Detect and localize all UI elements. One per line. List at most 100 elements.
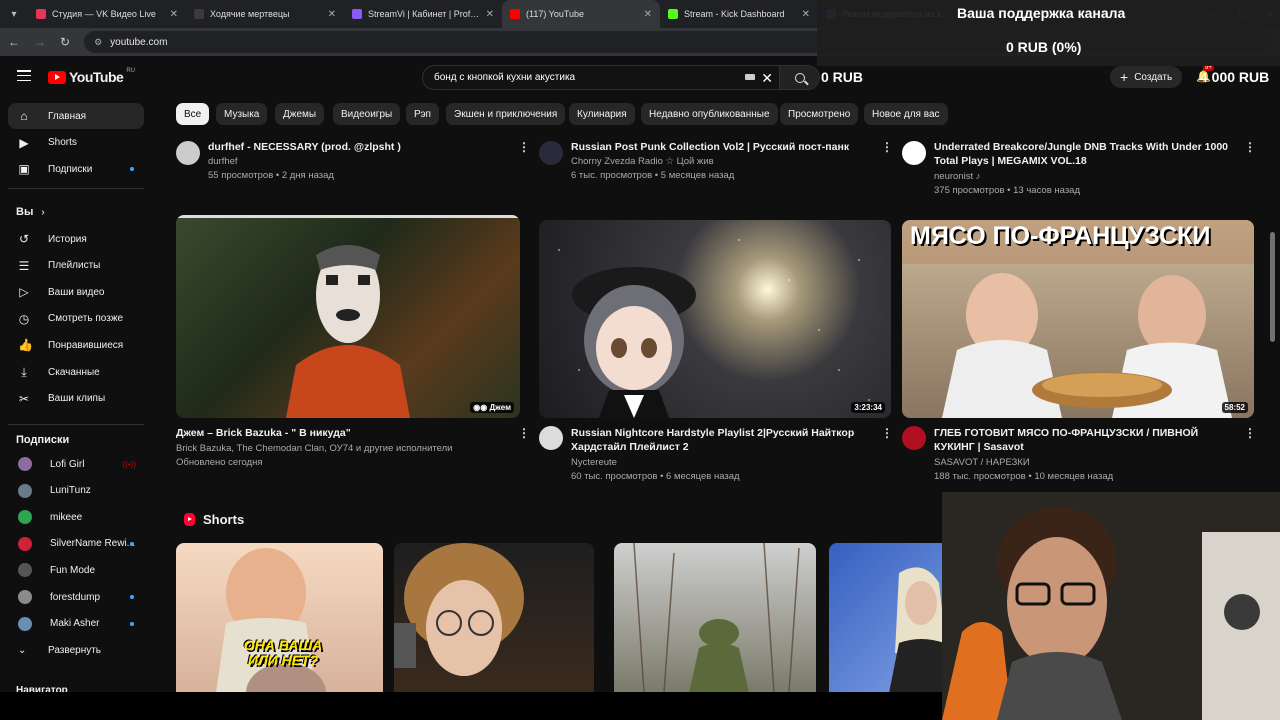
filter-chip[interactable]: Видеоигры — [333, 103, 401, 125]
channel-name[interactable]: durfhef — [208, 154, 238, 169]
channel-avatar[interactable] — [176, 141, 200, 165]
filter-chip[interactable]: Новое для вас — [864, 103, 948, 125]
filter-chip[interactable]: Рэп — [406, 103, 439, 125]
search-button[interactable] — [780, 65, 820, 90]
tab-close-icon[interactable]: ✕ — [486, 9, 494, 20]
tab-close-icon[interactable]: ✕ — [644, 9, 652, 20]
filter-chip[interactable]: Недавно опубликованные — [641, 103, 778, 125]
video-thumbnail[interactable]: 3:23:34 — [539, 220, 891, 418]
tab-close-icon[interactable]: ✕ — [328, 9, 336, 20]
sidebar-item[interactable]: ⤓ Скачанные — [8, 359, 144, 385]
browser-tab[interactable]: Stream - Kick Dashboard ✕ — [660, 0, 818, 28]
back-icon[interactable]: ← — [8, 35, 20, 49]
channel-avatar[interactable] — [539, 426, 563, 450]
sidebar: ⌂ Главная ▶ Shorts ▣ Подписки Вы › ↺ История ☰ П… — [0, 98, 160, 720]
channel-avatar[interactable] — [539, 141, 563, 165]
sidebar-item[interactable]: 👍 Понравившиеся — [8, 332, 144, 358]
thumbnail-image — [558, 239, 870, 418]
more-actions-icon[interactable]: ⋮ — [1244, 426, 1256, 440]
subscription-item[interactable]: mikeee — [8, 504, 144, 530]
keyboard-icon[interactable] — [745, 74, 755, 80]
short-thumbnail[interactable] — [394, 543, 594, 693]
video-title[interactable]: ГЛЕБ ГОТОВИТ МЯСО ПО-ФРАНЦУЗСКИ / ПИВНОЙ… — [934, 426, 1240, 454]
menu-icon[interactable] — [17, 70, 31, 81]
sidebar-item[interactable]: ▶ Shorts — [8, 130, 144, 156]
donation-widget: Ваша поддержка канала 0 RUB (0%) — [817, 0, 1280, 66]
you-heading[interactable]: Вы › — [16, 206, 45, 218]
short-image — [394, 543, 524, 676]
subscription-item[interactable]: Maki Asher — [8, 611, 144, 637]
live-icon: ((•)) — [122, 459, 136, 469]
channel-avatar[interactable] — [902, 426, 926, 450]
video-stats: Обновлено сегодня — [176, 457, 263, 468]
channel-name[interactable]: Nyctereute — [571, 455, 617, 470]
video-stats: 188 тыс. просмотров • 10 месяцев назад — [934, 471, 1114, 482]
filter-chip[interactable]: Джемы — [275, 103, 325, 125]
sidebar-item-label: Подписки — [48, 163, 93, 175]
new-content-dot — [130, 541, 134, 546]
more-actions-icon[interactable]: ⋮ — [1244, 140, 1256, 154]
filter-chip[interactable]: Просмотрено — [780, 103, 859, 125]
filter-chip[interactable]: Музыка — [216, 103, 268, 125]
channel-name[interactable]: SASAVOT / НАРЕЗКИ — [934, 455, 1030, 470]
clear-search-icon[interactable]: ✕ — [761, 70, 773, 87]
browser-tab[interactable]: Студия — VK Видео Live ✕ — [28, 0, 186, 28]
youtube-logo[interactable]: YouTube RU — [48, 68, 135, 85]
tab-close-icon[interactable]: ✕ — [802, 9, 810, 20]
tab-close-icon[interactable]: ✕ — [170, 9, 178, 20]
browser-tab[interactable]: Ходячие мертвецы ✕ — [186, 0, 344, 28]
reload-icon[interactable]: ↻ — [60, 35, 70, 49]
channel-avatar[interactable] — [902, 141, 926, 165]
video-title[interactable]: Underrated Breakcore/Jungle DNB Tracks W… — [934, 140, 1234, 168]
subscription-item[interactable]: LuniTunz — [8, 478, 144, 504]
video-title[interactable]: durfhef - NECESSARY (prod. @zlpsht ) — [208, 140, 508, 154]
create-button[interactable]: + Создать — [1110, 66, 1183, 88]
channel-avatar — [18, 510, 32, 525]
search-input[interactable]: бонд с кнопкой кухни акустика ✕ — [422, 65, 780, 90]
sidebar-item[interactable]: ☰ Плейлисты — [8, 253, 144, 279]
tab-search-icon[interactable]: ▾ — [0, 0, 28, 28]
download-icon: ⤓ — [21, 365, 27, 379]
logo-text: YouTube — [69, 69, 124, 85]
more-actions-icon[interactable]: ⋮ — [881, 140, 893, 154]
short-thumbnail[interactable]: ОНА ВАША ИЛИ НЕТ? — [176, 543, 383, 693]
filter-chip[interactable]: Все — [176, 103, 210, 125]
filter-chip[interactable]: Экшен и приключения — [446, 103, 566, 125]
page-scrollbar[interactable] — [1270, 232, 1275, 342]
video-title[interactable]: Джем – Brick Bazuka - " В никуда" — [176, 426, 506, 440]
subscription-item[interactable]: Fun Mode — [8, 557, 144, 583]
video-thumbnail[interactable]: ◉◉ Джем — [176, 215, 520, 418]
sidebar-item[interactable]: ⌂ Главная — [8, 103, 144, 129]
short-thumbnail[interactable] — [614, 543, 816, 693]
sidebar-item[interactable]: ✂ Ваши клипы — [8, 386, 144, 412]
expand-button[interactable]: ⌄ Развернуть — [8, 637, 144, 663]
video-title[interactable]: Russian Nightcore Hardstyle Playlist 2|Р… — [571, 426, 877, 454]
forward-icon[interactable]: → — [34, 35, 46, 49]
more-actions-icon[interactable]: ⋮ — [881, 426, 893, 440]
shorts-icon — [184, 513, 195, 526]
filter-chip[interactable]: Кулинария — [569, 103, 635, 125]
video-title[interactable]: Russian Post Punk Collection Vol2 | Русс… — [571, 140, 871, 154]
subscription-item[interactable]: Lofi Girl ((•)) — [8, 451, 144, 477]
browser-tab[interactable]: StreamVi | Кабинет | Profile se... ✕ — [344, 0, 502, 28]
browser-tab[interactable]: (117) YouTube ✕ — [502, 0, 660, 28]
subscription-label: mikeee — [50, 511, 83, 523]
channel-name[interactable]: Brick Bazuka, The Chemodan Clan, ОУ74 и … — [176, 441, 452, 456]
subscription-item[interactable]: SilverName Rewi... — [8, 531, 144, 557]
tab-favicon-icon — [36, 9, 46, 19]
more-actions-icon[interactable]: ⋮ — [518, 140, 530, 154]
channel-name[interactable]: neuronist ♪ — [934, 169, 980, 184]
sidebar-item[interactable]: ↺ История — [8, 226, 144, 252]
new-content-dot — [130, 167, 134, 171]
sidebar-item[interactable]: ▣ Подписки — [8, 156, 144, 182]
sidebar-item[interactable]: ◷ Смотреть позже — [8, 306, 144, 332]
sidebar-item[interactable]: ▷ Ваши видео — [8, 279, 144, 305]
site-info-icon[interactable]: ⚙ — [94, 37, 102, 48]
sidebar-item-label: Понравившиеся — [48, 339, 124, 351]
subscription-item[interactable]: forestdump — [8, 584, 144, 610]
more-actions-icon[interactable]: ⋮ — [518, 426, 530, 440]
video-thumbnail[interactable]: МЯСО ПО-ФРАНЦУЗСКИ 58:52 — [902, 220, 1254, 418]
channel-name[interactable]: Chorny Zvezda Radio ☆ Цой жив — [571, 154, 714, 169]
subscription-label: Fun Mode — [50, 564, 96, 576]
subscription-label: forestdump — [50, 591, 101, 603]
